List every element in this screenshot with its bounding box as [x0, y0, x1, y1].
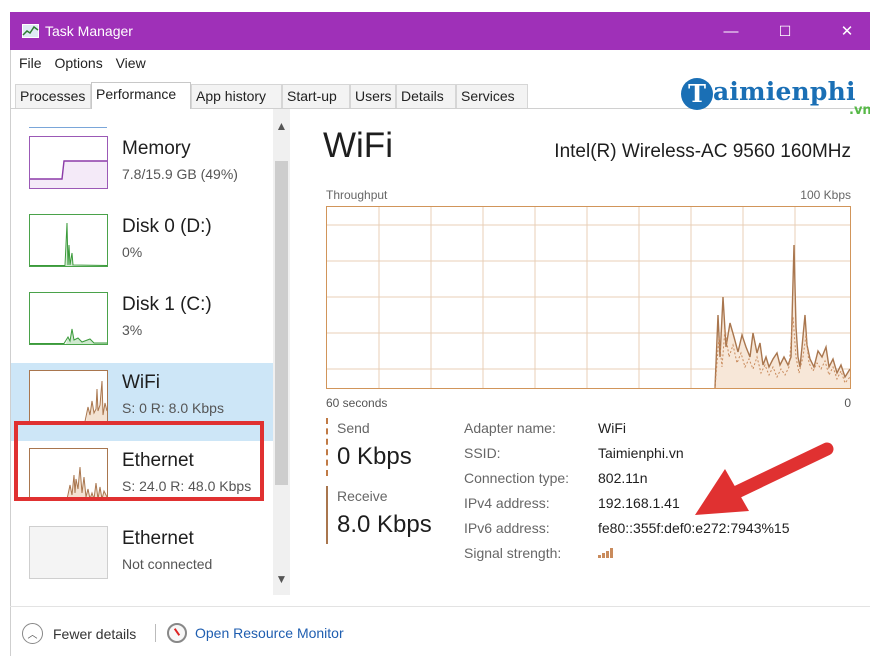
- property-value[interactable]: WiFi: [598, 420, 626, 436]
- property-key: IPv6 address:: [464, 520, 550, 536]
- item-usage: S: 24.0 R: 48.0 Kbps: [122, 478, 252, 494]
- wifi-thumbnail: [29, 370, 108, 423]
- property-key: Adapter name:: [464, 420, 556, 436]
- axis-zero-label: 0: [844, 396, 851, 410]
- receive-label: Receive: [337, 488, 388, 504]
- tab-performance[interactable]: Performance: [91, 82, 191, 109]
- tab-services[interactable]: Services: [456, 84, 528, 108]
- axis-time-label: 60 seconds: [326, 396, 388, 410]
- memory-thumbnail: [29, 136, 108, 189]
- signal-strength-icon: [598, 545, 616, 561]
- item-usage: 7.8/15.9 GB (49%): [122, 166, 238, 182]
- ipv4-address-value[interactable]: 192.168.1.41: [598, 495, 680, 511]
- item-usage: 0%: [122, 244, 143, 260]
- item-name: Ethernet: [122, 528, 194, 549]
- logo-mark: T: [681, 78, 713, 110]
- disk-1-thumbnail: [29, 292, 108, 345]
- close-button[interactable]: ✕: [824, 12, 870, 50]
- window-body: File Options View Processes Performance …: [10, 50, 870, 656]
- receive-solid-marker: [326, 486, 328, 544]
- menu-file[interactable]: File: [19, 55, 42, 71]
- fewer-details-button[interactable]: ︿ Fewer details: [22, 623, 136, 644]
- maximize-button[interactable]: ☐: [762, 12, 808, 50]
- resource-list: Memory 7.8/15.9 GB (49%) Disk 0 (D:) 0% …: [11, 109, 294, 595]
- sidebar-item-disk-0[interactable]: Disk 0 (D:) 0%: [11, 207, 273, 285]
- tab-details[interactable]: Details: [396, 84, 456, 108]
- graph-max: 100 Kbps: [800, 188, 851, 202]
- menu-view[interactable]: View: [116, 55, 146, 71]
- item-name: Disk 0 (D:): [122, 216, 212, 237]
- property-key: Connection type:: [464, 470, 570, 486]
- task-manager-icon: [22, 24, 39, 38]
- property-key: IPv4 address:: [464, 495, 550, 511]
- item-usage: 3%: [122, 322, 143, 338]
- tab-processes[interactable]: Processes: [15, 84, 91, 108]
- open-resource-monitor-link[interactable]: Open Resource Monitor: [167, 623, 344, 643]
- page-title: WiFi: [323, 126, 393, 165]
- item-name: Ethernet: [122, 450, 194, 471]
- send-value: 0 Kbps: [337, 443, 412, 470]
- annotation-arrow-icon: [695, 442, 834, 515]
- cpu-item-partial[interactable]: [29, 119, 107, 128]
- adapter-model: Intel(R) Wireless-AC 9560 160MHz: [554, 141, 851, 162]
- property-value[interactable]: 802.11n: [598, 470, 648, 486]
- tab-app-history[interactable]: App history: [191, 84, 282, 108]
- footer-separator: [155, 624, 156, 642]
- property-value[interactable]: fe80::355f:def0:e272:7943%15: [598, 520, 790, 536]
- ethernet-2-thumbnail: [29, 526, 108, 579]
- item-usage: S: 0 R: 8.0 Kbps: [122, 400, 224, 416]
- tab-start-up[interactable]: Start-up: [282, 84, 350, 108]
- tab-users[interactable]: Users: [350, 84, 396, 108]
- menu-options[interactable]: Options: [54, 55, 102, 71]
- disk-0-thumbnail: [29, 214, 108, 267]
- footer-bar: ︿ Fewer details Open Resource Monitor: [10, 606, 870, 656]
- send-dashed-marker: [326, 418, 328, 476]
- resource-monitor-label: Open Resource Monitor: [195, 625, 344, 641]
- property-key: SSID:: [464, 445, 501, 461]
- sidebar-item-memory[interactable]: Memory 7.8/15.9 GB (49%): [11, 129, 273, 207]
- property-value[interactable]: Taimienphi.vn: [598, 445, 684, 461]
- sidebar-item-wifi[interactable]: WiFi S: 0 R: 8.0 Kbps: [11, 363, 273, 441]
- scrollbar-thumb[interactable]: [275, 161, 288, 485]
- sidebar-item-ethernet-2[interactable]: Ethernet Not connected: [11, 519, 273, 595]
- send-label: Send: [337, 420, 370, 436]
- fewer-details-label: Fewer details: [53, 625, 137, 642]
- resource-monitor-icon: [167, 623, 187, 643]
- graph-label: Throughput: [326, 188, 388, 202]
- sidebar-scrollbar[interactable]: ▲ ▼: [273, 109, 290, 595]
- throughput-graph: [326, 206, 851, 389]
- logo-text: aimienphi: [713, 77, 856, 106]
- item-name: Disk 1 (C:): [122, 294, 212, 315]
- minimize-button[interactable]: —: [708, 12, 754, 50]
- receive-value: 8.0 Kbps: [337, 511, 432, 538]
- chevron-up-icon: ︿: [22, 623, 43, 644]
- sidebar-item-disk-1[interactable]: Disk 1 (C:) 3%: [11, 285, 273, 363]
- ethernet-thumbnail: [29, 448, 108, 501]
- window-title: Task Manager: [45, 23, 133, 39]
- scroll-down-arrow-icon[interactable]: ▼: [273, 572, 290, 589]
- item-usage: Not connected: [122, 556, 213, 572]
- title-bar: Task Manager — ☐ ✕: [10, 12, 870, 50]
- item-name: WiFi: [122, 372, 160, 393]
- scroll-up-arrow-icon[interactable]: ▲: [273, 119, 290, 136]
- item-name: Memory: [122, 138, 191, 159]
- property-key: Signal strength:: [464, 545, 562, 561]
- sidebar-item-ethernet[interactable]: Ethernet S: 24.0 R: 48.0 Kbps: [11, 441, 273, 519]
- detail-panel: WiFi Intel(R) Wireless-AC 9560 160MHz Th…: [311, 109, 870, 595]
- menu-bar: File Options View: [19, 55, 155, 71]
